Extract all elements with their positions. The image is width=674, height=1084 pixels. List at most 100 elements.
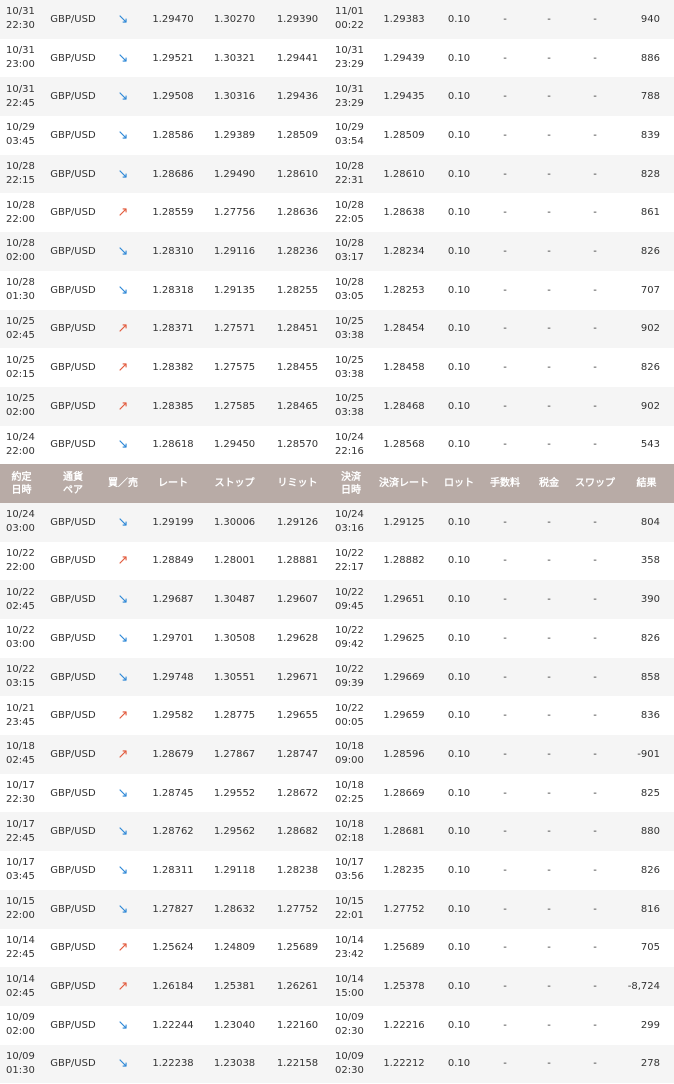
entry-date: 10/22	[6, 547, 35, 559]
entry-time: 22:30	[6, 20, 35, 32]
tax-value: -	[527, 425, 571, 465]
entry-datetime: 10/31 22:45	[0, 77, 43, 117]
entry-datetime: 10/18 02:45	[0, 735, 43, 774]
settle-rate-value: 1.28458	[373, 348, 435, 387]
lot-value: 0.10	[435, 232, 483, 271]
entry-date: 10/22	[6, 586, 35, 598]
result-value: 826	[619, 851, 674, 890]
limit-value: 1.28238	[266, 851, 329, 890]
settle-time: 23:42	[335, 948, 364, 960]
entry-datetime: 10/25 02:00	[0, 386, 43, 426]
stop-value: 1.30551	[203, 657, 266, 697]
entry-time: 02:45	[6, 755, 35, 767]
lot-value: 0.10	[435, 270, 483, 310]
swap-value: -	[571, 116, 619, 155]
currency-pair: GBP/USD	[43, 851, 103, 890]
entry-datetime: 10/25 02:15	[0, 348, 43, 387]
lot-value: 0.10	[435, 309, 483, 349]
fee-value: -	[483, 812, 527, 852]
settle-datetime: 11/01 00:22	[329, 0, 373, 39]
stop-value: 1.27756	[203, 193, 266, 233]
arrow-up-right-icon: ↗	[103, 309, 143, 349]
settle-datetime: 10/25 03:38	[329, 309, 373, 349]
table-row: 10/29 03:45 GBP/USD ↘ 1.28586 1.29389 1.…	[0, 116, 674, 155]
settle-date: 10/31	[335, 83, 364, 95]
header-side: 買／売	[103, 464, 143, 503]
stop-value: 1.28632	[203, 889, 266, 929]
result-value: 826	[619, 232, 674, 271]
rate-value: 1.25624	[143, 928, 203, 968]
settle-datetime: 10/18 02:25	[329, 773, 373, 813]
entry-time: 22:45	[6, 97, 35, 109]
result-value: 836	[619, 696, 674, 736]
table-row: 10/24 22:00 GBP/USD ↘ 1.28618 1.29450 1.…	[0, 425, 674, 465]
entry-datetime: 10/28 22:15	[0, 154, 43, 194]
settle-rate-value: 1.27752	[373, 889, 435, 929]
rate-value: 1.28385	[143, 386, 203, 426]
table-row: 10/31 23:00 GBP/USD ↘ 1.29521 1.30321 1.…	[0, 38, 674, 78]
table-row: 10/17 03:45 GBP/USD ↘ 1.28311 1.29118 1.…	[0, 851, 674, 890]
settle-rate-value: 1.29435	[373, 77, 435, 117]
tax-value: -	[527, 270, 571, 310]
entry-datetime: 10/24 03:00	[0, 502, 43, 542]
settle-datetime: 10/31 23:29	[329, 77, 373, 117]
lot-value: 0.10	[435, 657, 483, 697]
settle-date: 10/22	[335, 664, 364, 676]
entry-date: 10/24	[6, 509, 35, 521]
lot-value: 0.10	[435, 619, 483, 658]
settle-time: 03:17	[335, 252, 364, 264]
table-row: 10/25 02:00 GBP/USD ↗ 1.28385 1.27585 1.…	[0, 386, 674, 426]
table-row: 10/09 02:00 GBP/USD ↘ 1.22244 1.23040 1.…	[0, 1005, 674, 1045]
table-row: 10/28 22:15 GBP/USD ↘ 1.28686 1.29490 1.…	[0, 154, 674, 194]
rate-value: 1.28849	[143, 541, 203, 581]
settle-rate-value: 1.29439	[373, 38, 435, 78]
currency-pair: GBP/USD	[43, 425, 103, 465]
lot-value: 0.10	[435, 967, 483, 1006]
table-row: 10/21 23:45 GBP/USD ↗ 1.29582 1.28775 1.…	[0, 696, 674, 736]
tax-value: -	[527, 889, 571, 929]
settle-date: 10/28	[335, 199, 364, 211]
currency-pair: GBP/USD	[43, 1005, 103, 1045]
fee-value: -	[483, 232, 527, 271]
limit-value: 1.29390	[266, 0, 329, 39]
arrow-down-right-icon: ↘	[103, 38, 143, 78]
entry-date: 10/25	[6, 354, 35, 366]
swap-value: -	[571, 502, 619, 542]
fee-value: -	[483, 0, 527, 39]
settle-time: 22:31	[335, 175, 364, 187]
tax-value: -	[527, 386, 571, 426]
arrow-down-right-icon: ↘	[103, 502, 143, 542]
stop-value: 1.28001	[203, 541, 266, 581]
settle-time: 02:18	[335, 832, 364, 844]
entry-time: 03:45	[6, 136, 35, 148]
entry-time: 02:45	[6, 600, 35, 612]
entry-time: 22:00	[6, 561, 35, 573]
settle-rate-value: 1.29125	[373, 502, 435, 542]
fee-value: -	[483, 38, 527, 78]
limit-value: 1.27752	[266, 889, 329, 929]
limit-value: 1.28236	[266, 232, 329, 271]
swap-value: -	[571, 657, 619, 697]
settle-datetime: 10/24 22:16	[329, 425, 373, 465]
settle-datetime: 10/14 23:42	[329, 928, 373, 968]
fee-value: -	[483, 696, 527, 736]
entry-datetime: 10/17 03:45	[0, 851, 43, 890]
entry-time: 23:00	[6, 59, 35, 71]
stop-value: 1.29450	[203, 425, 266, 465]
table-row: 10/24 03:00 GBP/USD ↘ 1.29199 1.30006 1.…	[0, 502, 674, 542]
stop-value: 1.28775	[203, 696, 266, 736]
swap-value: -	[571, 928, 619, 968]
entry-datetime: 10/21 23:45	[0, 696, 43, 736]
settle-datetime: 10/31 23:29	[329, 38, 373, 78]
fee-value: -	[483, 773, 527, 813]
entry-date: 10/22	[6, 625, 35, 637]
rate-value: 1.28311	[143, 851, 203, 890]
entry-date: 10/25	[6, 393, 35, 405]
settle-date: 10/22	[335, 625, 364, 637]
header-stop: ストップ	[203, 464, 266, 503]
settle-time: 03:56	[335, 871, 364, 883]
tax-value: -	[527, 309, 571, 349]
fee-value: -	[483, 967, 527, 1006]
limit-value: 1.29607	[266, 580, 329, 619]
settle-date: 10/09	[335, 1050, 364, 1062]
